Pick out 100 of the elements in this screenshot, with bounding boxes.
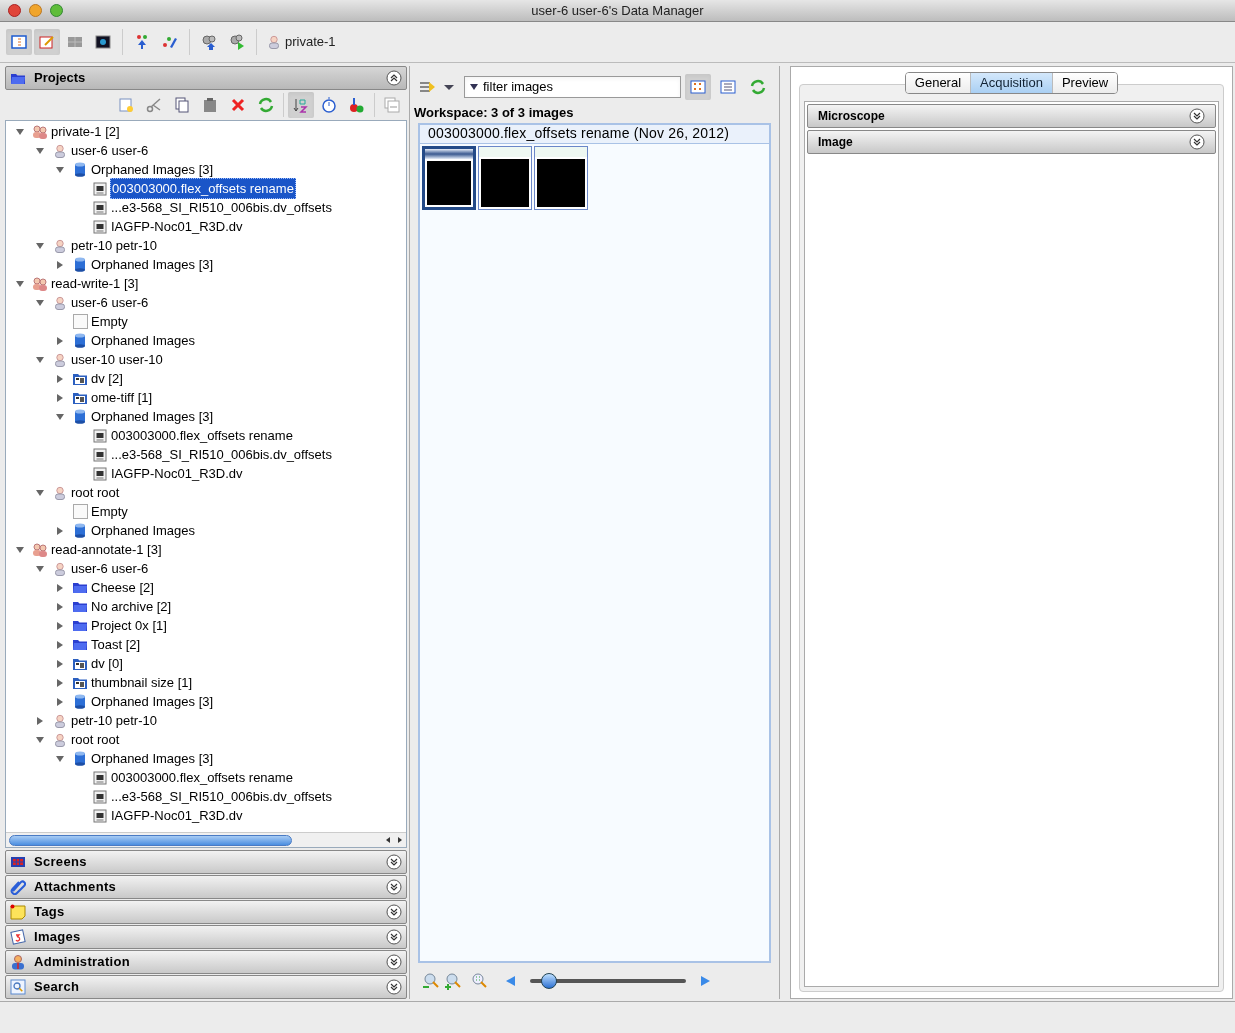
- accordion-section[interactable]: Attachments: [5, 875, 407, 899]
- collapsed-triangle-icon[interactable]: [55, 259, 65, 270]
- tree-node[interactable]: read-annotate-1 [3]: [50, 539, 163, 560]
- collapsed-triangle-icon[interactable]: [55, 696, 65, 707]
- tree-node[interactable]: ...e3-568_SI_RI510_006bis.dv_offsets: [110, 786, 333, 807]
- tree-node[interactable]: read-write-1 [3]: [50, 273, 140, 294]
- expanded-triangle-icon[interactable]: [55, 753, 65, 764]
- image-thumbnail[interactable]: [422, 145, 476, 210]
- collapsed-triangle-icon[interactable]: [55, 620, 65, 631]
- dropdown-caret-icon[interactable]: [469, 83, 479, 91]
- tree-node[interactable]: Orphaned Images: [90, 520, 197, 541]
- tree-node[interactable]: 003003000.flex_offsets rename: [110, 425, 294, 446]
- tree-node[interactable]: 003003000.flex_offsets rename: [110, 177, 296, 200]
- tree-node[interactable]: Orphaned Images [3]: [90, 406, 215, 427]
- accordion-section[interactable]: Administration: [5, 950, 407, 974]
- expanded-triangle-icon[interactable]: [35, 297, 45, 308]
- collapsed-triangle-icon[interactable]: [55, 677, 65, 688]
- minimize-button[interactable]: [29, 4, 42, 17]
- tree-node[interactable]: IAGFP-Noc01_R3D.dv: [110, 463, 244, 484]
- expand-icon[interactable]: [386, 954, 402, 970]
- expanded-triangle-icon[interactable]: [35, 563, 45, 574]
- expanded-triangle-icon[interactable]: [55, 411, 65, 422]
- expand-icon[interactable]: [386, 854, 402, 870]
- slider-thumb[interactable]: [540, 973, 557, 989]
- tree-node[interactable]: No archive [2]: [90, 596, 173, 617]
- zoom-out-icon[interactable]: [422, 972, 440, 990]
- tree-node[interactable]: petr-10 petr-10: [70, 710, 158, 731]
- expanded-triangle-icon[interactable]: [35, 487, 45, 498]
- expand-icon[interactable]: [386, 929, 402, 945]
- collapse-icon[interactable]: [386, 70, 402, 86]
- close-button[interactable]: [8, 4, 21, 17]
- expand-icon[interactable]: [1189, 108, 1205, 124]
- tree-node[interactable]: Empty: [90, 501, 129, 522]
- tree-node[interactable]: Cheese [2]: [90, 577, 155, 598]
- tree-view-icon[interactable]: [6, 29, 32, 55]
- expanded-triangle-icon[interactable]: [55, 164, 65, 175]
- expand-icon[interactable]: [1189, 134, 1205, 150]
- tree-node[interactable]: Toast [2]: [90, 634, 142, 655]
- collapsed-triangle-icon[interactable]: [35, 715, 45, 726]
- expanded-triangle-icon[interactable]: [35, 145, 45, 156]
- accordion-section[interactable]: Images: [5, 925, 407, 949]
- collapsed-triangle-icon[interactable]: [55, 601, 65, 612]
- tab[interactable]: General: [905, 73, 971, 93]
- tree-node[interactable]: IAGFP-Noc01_R3D.dv: [110, 805, 244, 826]
- tree-node[interactable]: user-10 user-10: [70, 349, 164, 370]
- collapsible-pane[interactable]: Image: [807, 130, 1216, 154]
- tree-node[interactable]: Orphaned Images [3]: [90, 254, 215, 275]
- expanded-triangle-icon[interactable]: [35, 734, 45, 745]
- accordion-section[interactable]: Search: [5, 975, 407, 999]
- collapsed-triangle-icon[interactable]: [55, 392, 65, 403]
- expand-icon[interactable]: [386, 979, 402, 995]
- tree-node[interactable]: private-1 [2]: [50, 121, 121, 142]
- horizontal-scrollbar[interactable]: [6, 832, 406, 847]
- tree-node[interactable]: Orphaned Images: [90, 330, 197, 351]
- projects-header[interactable]: Projects: [5, 66, 407, 90]
- expanded-triangle-icon[interactable]: [35, 240, 45, 251]
- collapsed-triangle-icon[interactable]: [55, 639, 65, 650]
- expanded-triangle-icon[interactable]: [15, 126, 25, 137]
- accordion-section[interactable]: Tags: [5, 900, 407, 924]
- tree-node[interactable]: user-6 user-6: [70, 140, 150, 161]
- tree-node[interactable]: Orphaned Images [3]: [90, 159, 215, 180]
- tree-node[interactable]: user-6 user-6: [70, 558, 150, 579]
- sort-icon[interactable]: [288, 92, 314, 118]
- tree-node[interactable]: ...e3-568_SI_RI510_006bis.dv_offsets: [110, 444, 333, 465]
- tree-node[interactable]: dv [2]: [90, 368, 124, 389]
- tree-node[interactable]: ome-tiff [1]: [90, 387, 154, 408]
- zoom-slider[interactable]: [530, 972, 686, 990]
- tree-node[interactable]: thumbnail size [1]: [90, 672, 194, 693]
- tree-node[interactable]: Orphaned Images [3]: [90, 748, 215, 769]
- collapsed-triangle-icon[interactable]: [55, 373, 65, 384]
- tab[interactable]: Acquisition: [970, 73, 1052, 93]
- tree-node[interactable]: user-6 user-6: [70, 292, 150, 313]
- expand-icon[interactable]: [386, 904, 402, 920]
- previous-icon[interactable]: [504, 974, 518, 988]
- accordion-section[interactable]: Screens: [5, 850, 407, 874]
- collapsed-triangle-icon[interactable]: [55, 525, 65, 536]
- tree-node[interactable]: ...e3-568_SI_RI510_006bis.dv_offsets: [110, 197, 333, 218]
- collapsible-pane[interactable]: Microscope: [807, 104, 1216, 128]
- image-thumbnail[interactable]: [534, 145, 588, 210]
- expanded-triangle-icon[interactable]: [15, 544, 25, 555]
- dropdown-caret-icon[interactable]: [442, 82, 456, 92]
- tree-node[interactable]: Orphaned Images [3]: [90, 691, 215, 712]
- collapsed-triangle-icon[interactable]: [55, 658, 65, 669]
- tree-node[interactable]: root root: [70, 729, 121, 750]
- tree-node[interactable]: IAGFP-Noc01_R3D.dv: [110, 216, 244, 237]
- collapsed-triangle-icon[interactable]: [55, 582, 65, 593]
- expand-icon[interactable]: [386, 879, 402, 895]
- tab[interactable]: Preview: [1051, 73, 1118, 93]
- tree-node[interactable]: Project 0x [1]: [90, 615, 168, 636]
- filter-field[interactable]: filter images: [464, 76, 681, 98]
- zoom-button[interactable]: [50, 4, 63, 17]
- tree-node[interactable]: root root: [70, 482, 121, 503]
- expanded-triangle-icon[interactable]: [35, 354, 45, 365]
- zoom-in-icon[interactable]: [444, 972, 462, 990]
- thumbnail-view-icon[interactable]: [685, 74, 711, 100]
- tree-node[interactable]: petr-10 petr-10: [70, 235, 158, 256]
- expanded-triangle-icon[interactable]: [15, 278, 25, 289]
- image-thumbnail[interactable]: [478, 145, 532, 210]
- tree-node[interactable]: 003003000.flex_offsets rename: [110, 767, 294, 788]
- next-icon[interactable]: [698, 974, 712, 988]
